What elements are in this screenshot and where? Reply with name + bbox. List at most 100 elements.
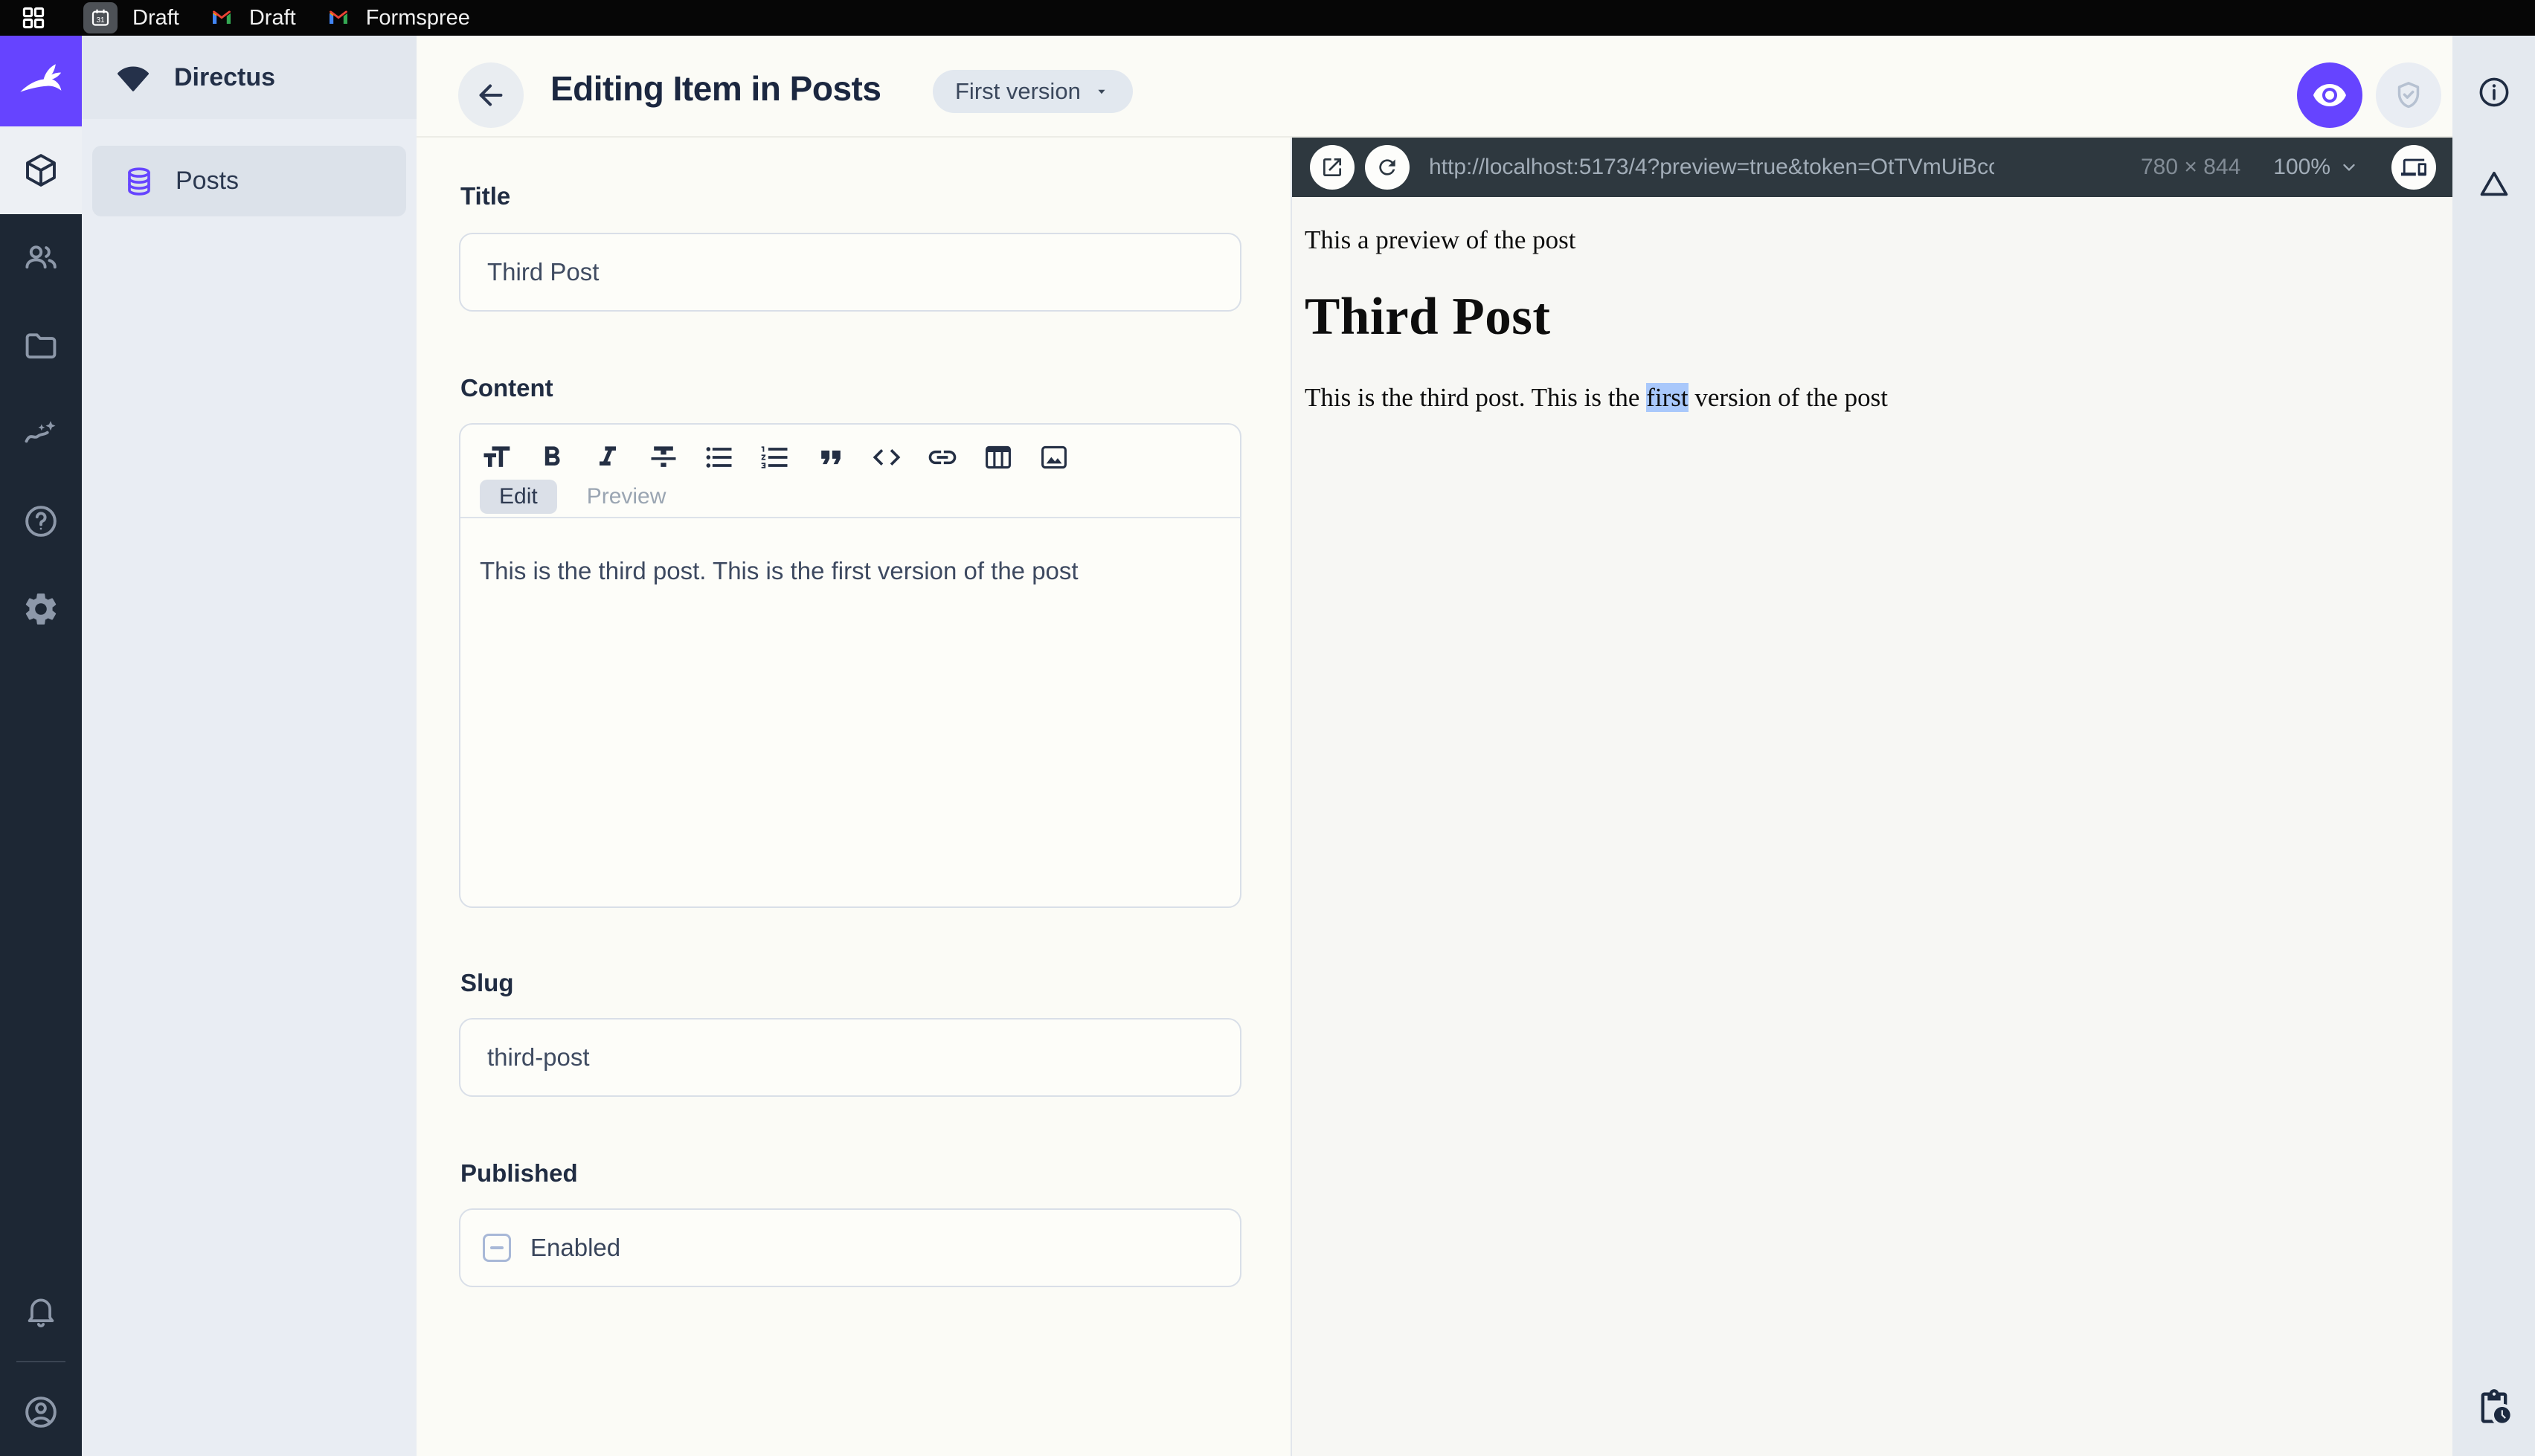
markdown-editor: Edit Preview This is the third post. Thi… xyxy=(459,423,1241,908)
eye-icon xyxy=(2313,84,2346,106)
blockquote-icon[interactable] xyxy=(815,441,847,474)
link-icon[interactable] xyxy=(926,441,959,474)
module-file-library[interactable] xyxy=(0,302,82,390)
nav-sidebar: Directus Posts xyxy=(82,36,417,1456)
directus-rabbit-icon xyxy=(20,64,62,92)
user-menu-button[interactable] xyxy=(0,1368,82,1456)
browser-tab-calendar-draft[interactable]: 31 Draft xyxy=(83,2,179,33)
folder-icon xyxy=(25,333,57,359)
tab-preview[interactable]: Preview xyxy=(568,480,686,514)
title-input[interactable] xyxy=(459,233,1241,312)
responsive-devices-button[interactable] xyxy=(2391,145,2436,190)
module-insights[interactable] xyxy=(0,390,82,477)
refresh-icon xyxy=(1379,159,1395,175)
version-label: First version xyxy=(955,78,1081,104)
slug-field-label: Slug xyxy=(460,969,514,996)
chevron-down-icon xyxy=(2343,164,2355,171)
module-user-directory[interactable] xyxy=(0,214,82,302)
triangle-icon xyxy=(2480,171,2507,196)
shield-check-icon xyxy=(2397,82,2420,109)
gear-icon xyxy=(25,593,57,625)
version-selector[interactable]: First version xyxy=(933,70,1133,113)
help-icon xyxy=(25,506,57,537)
highlighted-word: first xyxy=(1646,383,1689,412)
image-icon[interactable] xyxy=(1038,441,1070,474)
preview-toolbar: http://localhost:5173/4?preview=true&tok… xyxy=(1292,138,2452,197)
editor-mode-tabs: Edit Preview xyxy=(480,480,1240,514)
module-settings[interactable] xyxy=(0,565,82,653)
bulleted-list-icon[interactable] xyxy=(703,441,736,474)
checkbox-label: Enabled xyxy=(530,1234,621,1261)
right-sidebar-strip xyxy=(2452,36,2535,1456)
calendar-icon: 31 xyxy=(83,2,118,33)
slug-input[interactable] xyxy=(459,1018,1241,1097)
title-field-label: Title xyxy=(460,182,511,210)
page-title: Editing Item in Posts xyxy=(550,69,881,108)
module-bar-spacer xyxy=(0,653,82,1267)
preview-body-text: This is the third post. This is the firs… xyxy=(1305,383,1888,412)
strikethrough-icon[interactable] xyxy=(647,441,680,474)
browser-tab-label: Draft xyxy=(132,5,179,30)
published-toggle[interactable]: Enabled xyxy=(459,1208,1241,1287)
svg-text:31: 31 xyxy=(96,16,105,25)
sidebar-item-posts[interactable]: Posts xyxy=(92,146,406,216)
module-help[interactable] xyxy=(0,477,82,565)
content-header: Editing Item in Posts First version xyxy=(417,36,2462,138)
code-icon[interactable] xyxy=(870,441,903,474)
directus-logo[interactable] xyxy=(0,36,82,126)
tab-overview-grid-icon[interactable] xyxy=(19,4,48,32)
editor-toolbar: Edit Preview xyxy=(460,425,1240,518)
module-content[interactable] xyxy=(0,126,82,214)
users-icon xyxy=(25,245,57,269)
preview-heading: Third Post xyxy=(1305,288,1551,346)
published-field-label: Published xyxy=(460,1159,578,1187)
save-validation-button[interactable] xyxy=(2376,62,2441,128)
heading-icon[interactable] xyxy=(480,441,513,474)
project-header[interactable]: Directus xyxy=(82,36,417,119)
gmail-icon xyxy=(326,5,351,30)
zoom-selector[interactable]: 100% xyxy=(2273,155,2359,180)
content-textarea[interactable]: This is the third post. This is the firs… xyxy=(460,518,1240,588)
browser-topbar: 31 Draft Draft Formspree xyxy=(0,0,2535,36)
browser-tab-label: Formspree xyxy=(365,5,470,30)
project-logo-icon xyxy=(118,66,149,91)
checkbox-indeterminate-icon[interactable] xyxy=(483,1234,511,1262)
chevron-down-icon xyxy=(1098,89,1105,94)
project-name: Directus xyxy=(174,62,276,91)
clipboard-clock-icon xyxy=(2481,1389,2510,1423)
bell-icon xyxy=(28,1298,54,1327)
revisions-button[interactable] xyxy=(2475,1388,2513,1426)
account-icon xyxy=(25,1397,57,1428)
browser-tab-gmail-draft[interactable]: Draft xyxy=(209,5,296,30)
gmail-icon xyxy=(209,5,234,30)
preview-iframe: This a preview of the post Third Post Th… xyxy=(1292,197,2452,1456)
table-icon[interactable] xyxy=(982,441,1015,474)
live-preview-button[interactable] xyxy=(2297,62,2362,128)
bold-icon[interactable] xyxy=(536,441,568,474)
external-link-icon xyxy=(1323,158,1341,176)
zoom-level: 100% xyxy=(2273,155,2330,179)
preview-dimensions: 780 × 844 xyxy=(2140,155,2241,179)
item-edit-form: Title Content xyxy=(417,138,1291,1456)
numbered-list-icon[interactable] xyxy=(759,441,791,474)
sidebar-item-label: Posts xyxy=(176,167,240,195)
module-bar xyxy=(0,36,82,1456)
italic-icon[interactable] xyxy=(591,441,624,474)
browser-tab-label: Draft xyxy=(248,5,296,30)
info-sidebar-button[interactable] xyxy=(2476,74,2512,110)
cube-icon xyxy=(26,154,56,187)
preview-url-field[interactable]: http://localhost:5173/4?preview=true&tok… xyxy=(1429,155,1994,180)
notifications-button[interactable] xyxy=(0,1267,82,1355)
tab-edit[interactable]: Edit xyxy=(480,480,557,514)
display-template-button[interactable] xyxy=(2475,165,2513,202)
database-icon xyxy=(128,167,150,196)
browser-tab-gmail-formspree[interactable]: Formspree xyxy=(326,5,470,30)
content-field-label: Content xyxy=(460,374,553,402)
back-button[interactable] xyxy=(458,62,524,128)
preview-intro-text: This a preview of the post xyxy=(1305,225,1576,254)
info-icon xyxy=(2479,77,2508,107)
refresh-button[interactable] xyxy=(1365,145,1410,190)
open-in-new-button[interactable] xyxy=(1310,145,1355,190)
insights-icon xyxy=(25,421,56,443)
arrow-left-icon xyxy=(479,84,503,106)
